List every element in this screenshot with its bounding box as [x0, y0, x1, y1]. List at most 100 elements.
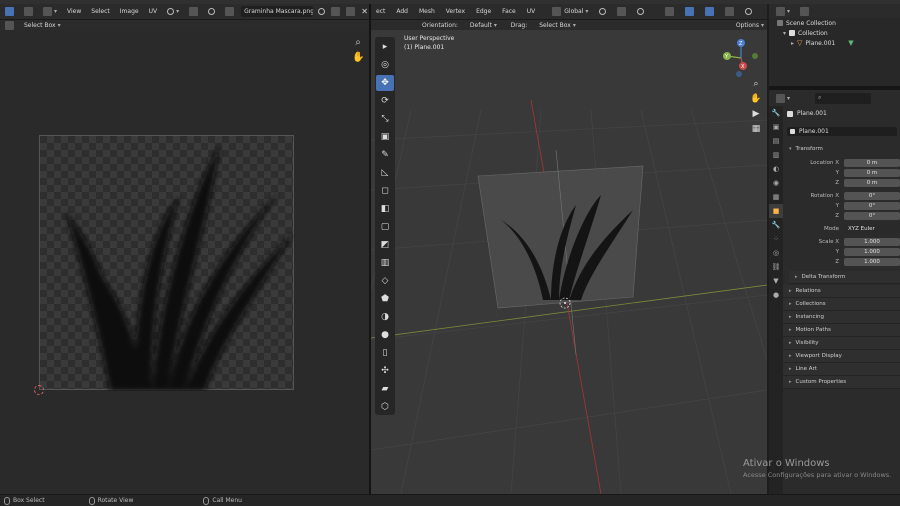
properties-search-field[interactable]: ⌕ [815, 92, 872, 104]
outliner-scene-collection[interactable]: Scene Collection [769, 18, 900, 28]
spin-tool[interactable]: ◑ [376, 309, 394, 325]
pan-hand-icon-3d[interactable]: ✋ [750, 93, 762, 105]
ortho-grid-icon[interactable]: ▦ [750, 123, 762, 135]
panel-custom-properties[interactable]: ▸ Custom Properties [783, 376, 900, 389]
proportional-toggle[interactable] [205, 6, 218, 17]
modifier-tab-icon[interactable]: 🔧 [769, 218, 783, 232]
world-tab-icon[interactable]: ◉ [769, 176, 783, 190]
menu-add[interactable]: Add [393, 6, 411, 17]
collection-tab-icon[interactable]: ▦ [769, 190, 783, 204]
outliner-collection[interactable]: ▾ Collection [769, 28, 900, 38]
panel-collections[interactable]: ▸ Collections [783, 298, 900, 311]
uv-select-box-dropdown[interactable]: Select Box [21, 20, 64, 31]
location-z-field[interactable]: 0 m [844, 179, 900, 187]
open-image-button[interactable] [345, 6, 356, 17]
output-tab-icon[interactable]: ▤ [769, 134, 783, 148]
bevel-tool[interactable]: ◩ [376, 237, 394, 253]
menu-mesh[interactable]: Mesh [416, 6, 438, 17]
shrink-fatten-tool[interactable]: ✣ [376, 363, 394, 379]
constraints-tab-icon[interactable]: ⛓ [769, 260, 783, 274]
select-mode-buttons[interactable] [21, 6, 36, 17]
new-image-button[interactable] [330, 6, 341, 17]
scale-x-field[interactable]: 1.000 [844, 238, 900, 246]
navigation-gizmo[interactable]: Z Y X [719, 36, 761, 80]
menu-select[interactable]: Select [88, 6, 113, 17]
menu-edge[interactable]: Edge [473, 6, 494, 17]
overlay-toggle[interactable] [702, 6, 717, 17]
panel-relations[interactable]: ▸ Relations [783, 285, 900, 298]
proportional-3d-button[interactable] [634, 6, 647, 17]
particles-tab-icon[interactable]: ⁘ [769, 232, 783, 246]
editor-type-button[interactable] [2, 6, 17, 17]
extrude-tool[interactable]: ◧ [376, 201, 394, 217]
snap-3d-button[interactable] [614, 6, 629, 17]
zoom-icon[interactable]: ⌕ [352, 37, 364, 49]
menu-face[interactable]: Face [499, 6, 519, 17]
location-x-field[interactable]: 0 m [844, 159, 900, 167]
scene-tab-icon[interactable]: ◐ [769, 162, 783, 176]
scale-y-field[interactable]: 1.000 [844, 248, 900, 256]
visibility-button[interactable] [662, 6, 677, 17]
view-layer-tab-icon[interactable]: ▥ [769, 148, 783, 162]
drag-dropdown[interactable]: Select Box [536, 20, 579, 31]
object-tab-icon[interactable]: ■ [769, 204, 783, 218]
2d-cursor[interactable] [34, 385, 44, 395]
menu-image[interactable]: Image [117, 6, 142, 17]
gizmo-toggle[interactable] [682, 6, 697, 17]
annotate-tool[interactable]: ✎ [376, 147, 394, 163]
image-name-field[interactable]: Graminha Mascara.png.001 [241, 6, 314, 17]
pivot-dropdown[interactable] [164, 6, 182, 17]
menu-view[interactable]: View [64, 6, 84, 17]
cursor-tool[interactable]: ◎ [376, 57, 394, 73]
inset-tool[interactable]: ▢ [376, 219, 394, 235]
measure-tool[interactable]: ◺ [376, 165, 394, 181]
add-cube-tool[interactable]: ◻ [376, 183, 394, 199]
zoom-icon-3d[interactable]: ⌕ [750, 78, 762, 90]
menu-vertex[interactable]: Vertex [443, 6, 468, 17]
menu-uv[interactable]: UV [146, 6, 161, 17]
panel-visibility[interactable]: ▸ Visibility [783, 337, 900, 350]
location-y-field[interactable]: 0 m [844, 169, 900, 177]
tool-tab-icon[interactable]: 🔧 [769, 106, 783, 120]
knife-tool[interactable]: ◇ [376, 273, 394, 289]
camera-view-icon[interactable]: ▶ [750, 108, 762, 120]
panel-line-art[interactable]: ▸ Line Art [783, 363, 900, 376]
orientation-dropdown[interactable]: Default [467, 20, 502, 31]
pivot-point-button[interactable] [596, 6, 609, 17]
options-dropdown[interactable]: Options [733, 20, 767, 31]
menu-uv-3d[interactable]: UV [524, 6, 539, 17]
panel-instancing[interactable]: ▸ Instancing [783, 311, 900, 324]
rotation-z-field[interactable]: 0° [844, 212, 900, 220]
unlink-image-button[interactable]: ✕ [360, 6, 369, 17]
shading-buttons[interactable] [742, 6, 755, 17]
rip-tool[interactable]: ⬡ [376, 399, 394, 415]
object-name-field[interactable]: Plane.001 [787, 127, 897, 136]
3d-viewport[interactable] [371, 30, 767, 494]
editor-mode-dropdown[interactable] [40, 6, 60, 17]
rotation-y-field[interactable]: 0° [844, 202, 900, 210]
rotate-tool[interactable]: ⟳ [376, 93, 394, 109]
rotation-x-field[interactable]: 0° [844, 192, 900, 200]
menu-select-partial[interactable]: ect [373, 6, 388, 17]
physics-tab-icon[interactable]: ◎ [769, 246, 783, 260]
scale-z-field[interactable]: 1.000 [844, 258, 900, 266]
outliner-editor-type[interactable] [773, 6, 793, 17]
outliner-object-row[interactable]: ▸ ▽ Plane.001 ▼ [769, 38, 900, 48]
transform-orientation-dropdown[interactable]: Global [549, 6, 591, 17]
pan-hand-icon[interactable]: ✋ [352, 52, 364, 64]
xray-toggle[interactable] [722, 6, 737, 17]
fake-user-button[interactable] [317, 6, 326, 17]
tool-icon-button[interactable] [2, 20, 17, 31]
data-tab-icon[interactable]: ▼ [769, 274, 783, 288]
move-tool[interactable]: ✥ [376, 75, 394, 91]
image-browse-button[interactable] [222, 6, 237, 17]
render-tab-icon[interactable]: ▣ [769, 120, 783, 134]
outliner-display-mode[interactable] [797, 6, 812, 17]
panel-motion-paths[interactable]: ▸ Motion Paths [783, 324, 900, 337]
rotation-mode-dropdown[interactable]: XYZ Euler [844, 225, 900, 233]
poly-build-tool[interactable]: ⬟ [376, 291, 394, 307]
properties-editor-type[interactable] [773, 93, 793, 104]
scale-tool[interactable]: ⤡ [376, 111, 394, 127]
transform-tool[interactable]: ▣ [376, 129, 394, 145]
transform-panel-header[interactable]: ▾ Transform [783, 142, 900, 155]
